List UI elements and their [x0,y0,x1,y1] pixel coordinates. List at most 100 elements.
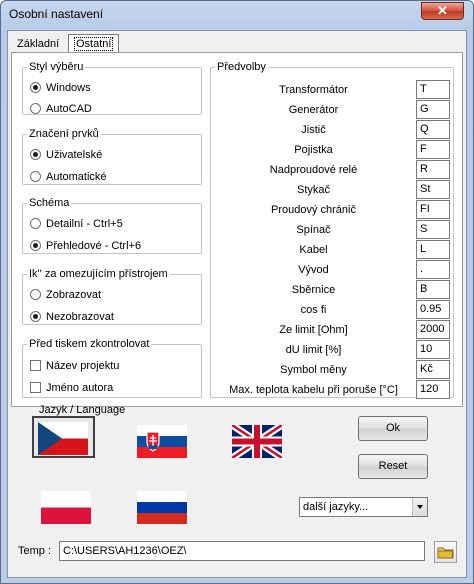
predvolba-label: Proudový chránič [271,204,356,216]
radio-indicator[interactable] [30,171,41,182]
checkbox-indicator[interactable] [30,360,41,371]
predvolba-label: Jistič [301,124,326,136]
predvolba-input[interactable]: L [416,240,450,259]
predvolba-label: Generátor [288,104,339,116]
chevron-down-icon[interactable] [412,498,427,516]
tab-ostatni[interactable]: Ostatní [68,34,120,53]
russian-flag[interactable] [137,491,187,524]
predvolba-input[interactable]: 10 [416,340,450,359]
predvolba-row: Symbol měny Kč [211,360,451,380]
predvolba-label: Sběrnice [291,284,336,296]
radio-indicator[interactable] [30,103,41,114]
radio-label: Automatické [46,171,107,183]
group-title: Před tiskem zkontrolovat [29,338,150,350]
group-title: Předvolby [217,61,266,73]
predvolba-label: Symbol měny [280,364,347,376]
predvolba-row: dU limit [%] 10 [211,340,451,360]
radio-indicator[interactable] [30,311,41,322]
predvolba-row: cos fi 0.95 [211,300,451,320]
slovak-flag[interactable] [137,425,187,458]
predvolba-label: Ze limit [Ohm] [279,324,348,336]
predvolba-input[interactable]: St [416,180,450,199]
predvolba-input[interactable]: S [416,220,450,239]
predvolba-input[interactable]: B [416,280,450,299]
radio-indicator[interactable] [30,240,41,251]
radio-zobrazovat[interactable]: Zobrazovat [30,288,101,302]
checkbox-label: Jméno autora [46,382,114,394]
tab-label: Ostatní [74,37,114,51]
radio-nezobrazovat[interactable]: Nezobrazovat [30,310,114,324]
radio-label: Detailní - Ctrl+5 [46,218,123,230]
more-languages-select[interactable]: další jazyky... [299,497,428,517]
predvolba-input[interactable]: Kč [416,360,450,379]
group-schema: Schéma Detailní - Ctrl+5 Přehledové - Ct… [22,197,202,254]
predvolba-input[interactable]: . [416,260,450,279]
predvolba-input[interactable]: FI [416,200,450,219]
group-predvolby: Předvolby Transformátor T Generátor G Jistič… [210,61,454,400]
reset-button[interactable]: Reset [358,454,428,479]
radio-prehledove[interactable]: Přehledové - Ctrl+6 [30,239,141,253]
predvolba-input[interactable]: R [416,160,450,179]
predvolba-row: Transformátor T [211,80,451,100]
radio-label: AutoCAD [46,103,92,115]
ok-button[interactable]: Ok [358,416,428,441]
group-title: Schéma [29,197,70,209]
checkbox-nazev-projektu[interactable]: Název projektu [30,359,119,373]
select-value: další jazyky... [303,501,369,513]
radio-automaticke[interactable]: Automatické [30,170,107,184]
group-title: Značení prvků [29,128,99,140]
predvolba-label: dU limit [%] [285,344,342,356]
temp-path-input[interactable]: C:\USERS\AH1236\OEZ\ [59,541,425,561]
predvolba-input[interactable]: 2000 [416,320,450,339]
radio-indicator[interactable] [30,82,41,93]
close-icon: ✕ [437,3,448,18]
predvolba-row: Ze limit [Ohm] 2000 [211,320,451,340]
predvolba-input[interactable]: 120 [416,380,450,399]
checkbox-indicator[interactable] [30,382,41,393]
radio-indicator[interactable] [30,218,41,229]
radio-windows[interactable]: Windows [30,81,91,95]
browse-folder-button[interactable] [434,541,457,563]
checkbox-jmeno-autora[interactable]: Jméno autora [30,381,113,395]
radio-uzivatelske[interactable]: Uživatelské [30,148,102,162]
radio-label: Windows [46,82,91,94]
predvolba-input[interactable]: G [416,100,450,119]
predvolba-label: Kabel [299,244,328,256]
radio-autocad[interactable]: AutoCAD [30,102,92,116]
predvolba-input[interactable]: F [416,140,450,159]
predvolba-input[interactable]: Q [416,120,450,139]
predvolba-row: Max. teplota kabelu při poruše [°C] 120 [211,380,451,400]
group-znaceni-prvku: Značení prvků Uživatelské Automatické [22,128,202,185]
predvolba-row: Spínač S [211,220,451,240]
radio-indicator[interactable] [30,289,41,300]
language-title: Jazyk / Language [39,404,126,416]
group-ik-zobrazeni: Ik'' za omezujícím přístrojem Zobrazovat… [22,268,202,325]
flag-cz-selected-frame[interactable] [32,416,95,458]
radio-label: Nezobrazovat [46,311,114,323]
radio-label: Uživatelské [46,149,103,161]
predvolba-row: Nadproudové relé R [211,160,451,180]
predvolba-input[interactable]: T [416,80,450,99]
predvolba-row: Sběrnice B [211,280,451,300]
group-pred-tiskem: Před tiskem zkontrolovat Název projektu … [22,338,202,398]
predvolba-label: cos fi [300,304,327,316]
radio-indicator[interactable] [30,149,41,160]
czech-flag[interactable] [38,422,88,455]
close-button[interactable]: ✕ [421,2,464,20]
dialog-client: Základní Ostatní Styl výběru Windows Aut… [7,30,467,578]
predvolba-label: Transformátor [279,84,348,96]
predvolba-label: Spínač [296,224,331,236]
tab-label: Základní [17,38,60,50]
tab-zakladni[interactable]: Základní [11,34,66,53]
polish-flag[interactable] [41,491,91,524]
predvolba-input[interactable]: 0.95 [416,300,450,319]
predvolba-label: Vývod [298,264,329,276]
tab-panel-ostatni: Styl výběru Windows AutoCAD Značení prvk… [11,52,463,407]
predvolba-label: Nadproudové relé [269,164,358,176]
group-title: Ik'' za omezujícím přístrojem [29,268,168,280]
radio-detailni[interactable]: Detailní - Ctrl+5 [30,217,123,231]
predvolba-row: Proudový chránič FI [211,200,451,220]
title-bar: Osobní nastavení ✕ [1,1,473,29]
radio-label: Zobrazovat [46,289,102,301]
uk-flag[interactable] [232,425,282,458]
